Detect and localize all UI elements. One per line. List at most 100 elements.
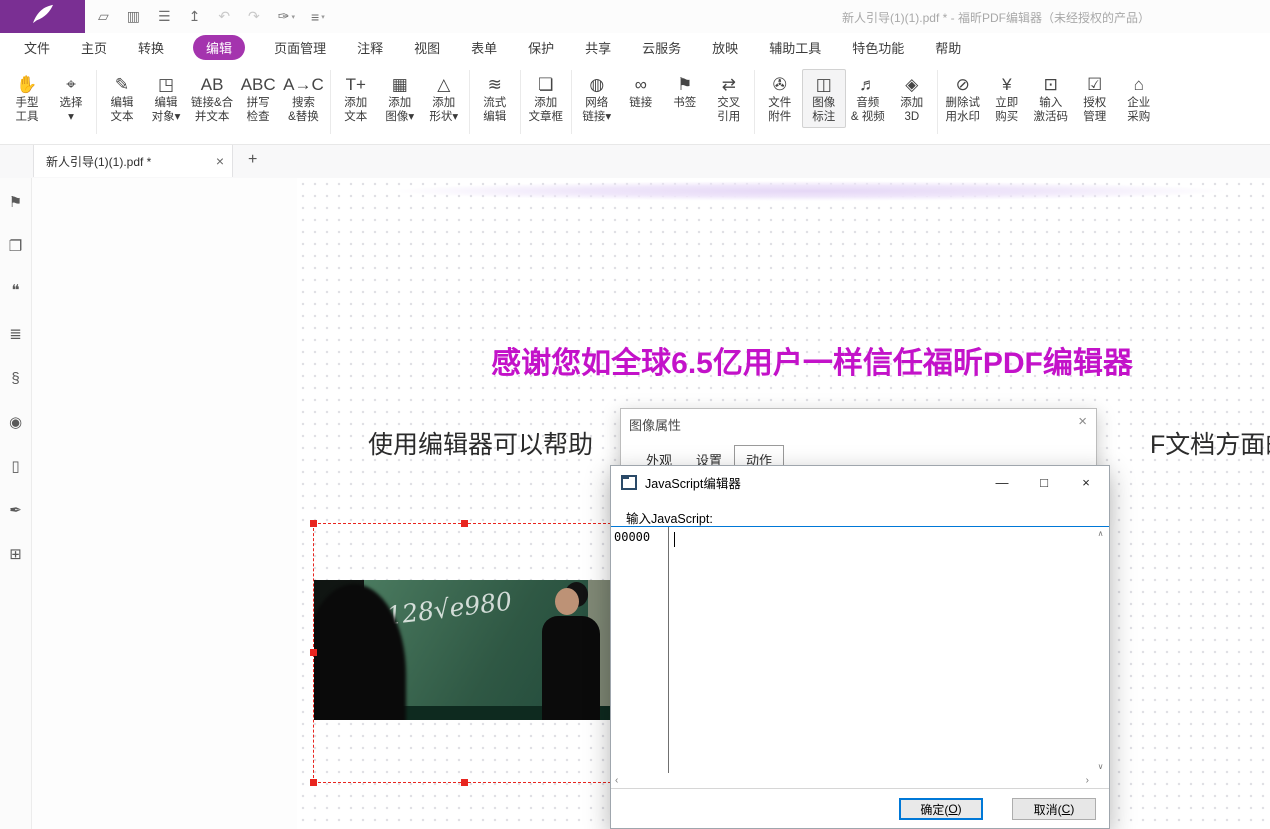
ribbon-link-merge-text[interactable]: AB 链接&合 并文本 (188, 69, 236, 128)
document-tab[interactable]: 新人引导(1)(1).pdf * × (33, 145, 233, 177)
remove-watermark-icon: ⊘ (956, 73, 970, 97)
ribbon-add-3d[interactable]: ◈ 添加 3D (890, 69, 934, 128)
qa-print-button[interactable]: ☰ (158, 8, 173, 25)
sidebar-pages-button[interactable]: ❐ (9, 238, 22, 255)
vertical-scrollbar[interactable]: ∧ ∨ (1094, 529, 1107, 771)
layers-panel-icon: ≣ (9, 326, 22, 343)
qa-redo-button[interactable]: ↷ (248, 8, 262, 25)
new-tab-button[interactable]: + (248, 151, 257, 169)
menu-item-comment[interactable]: 注释 (355, 35, 385, 60)
menu-item-convert[interactable]: 转换 (136, 35, 166, 60)
redo-icon: ↷ (248, 8, 260, 25)
ribbon-license-management[interactable]: ☑ 授权 管理 (1073, 69, 1117, 128)
app-logo-button[interactable] (0, 0, 85, 33)
menu-item-accessibility[interactable]: 辅助工具 (767, 35, 823, 60)
qa-more-button[interactable]: ≡ ▾ (311, 9, 325, 25)
ribbon-hand-tool[interactable]: ✋ 手型 工具 (5, 69, 49, 128)
menu-item-cloud[interactable]: 云服务 (640, 35, 683, 60)
ribbon-activation-code[interactable]: ⊡ 输入 激活码 (1029, 69, 1073, 128)
close-icon[interactable]: × (1069, 475, 1103, 490)
menu-item-features[interactable]: 特色功能 (850, 35, 906, 60)
ribbon-button-label-line1: 编辑 (111, 97, 134, 111)
sidebar-standards-button[interactable]: ▯ (11, 458, 19, 475)
javascript-editor-dialog: JavaScript编辑器 — □ × 输入JavaScript: 00000 … (610, 465, 1110, 829)
qa-save-button[interactable]: ▥ (127, 8, 142, 25)
ribbon-bookmark[interactable]: ⚑ 书签 (663, 69, 707, 115)
ribbon-file-attachment[interactable]: ✇ 文件 附件 (758, 69, 802, 128)
tab-close-icon[interactable]: × (216, 153, 224, 169)
ribbon-search-replace[interactable]: A→C 搜索 &替换 (280, 69, 327, 128)
scroll-up-icon[interactable]: ∧ (1098, 529, 1104, 538)
selection-handle-bottom-left[interactable] (310, 779, 317, 786)
menu-item-form[interactable]: 表单 (469, 35, 499, 60)
ribbon-add-shape[interactable]: △ 添加 形状▾ (422, 69, 466, 128)
menu-item-view[interactable]: 视图 (412, 35, 442, 60)
qa-undo-button[interactable]: ↶ (218, 8, 232, 25)
cancel-button[interactable]: 取消(C) (1012, 798, 1096, 820)
scroll-right-icon[interactable]: › (1086, 775, 1089, 786)
scroll-down-icon[interactable]: ∨ (1098, 762, 1104, 771)
ribbon-web-link[interactable]: ◍ 网络 链接▾ (575, 69, 619, 128)
ribbon-spell-check[interactable]: ABC 拼写 检查 (236, 69, 280, 128)
ribbon-button-label-line2: ▾ (68, 111, 74, 125)
ribbon-edit-object[interactable]: ◳ 编辑 对象▾ (144, 69, 188, 128)
qa-tool-button[interactable]: ✑ ▾ (278, 8, 295, 25)
ribbon-button-label-line1: 拼写 (247, 97, 270, 111)
ribbon-button-label-line2: 文本 (344, 111, 367, 125)
ribbon-button-label-line2: 引用 (717, 111, 740, 125)
ribbon-audio-video[interactable]: ♬ 音频 & 视频 (846, 69, 890, 128)
sidebar-extract-button[interactable]: ⊞ (9, 546, 22, 563)
ribbon-add-article-box[interactable]: ❏ 添加 文章框 (524, 69, 568, 128)
ribbon-button-label-line2: 图像▾ (385, 111, 414, 125)
link-icon: ∞ (635, 73, 647, 97)
scroll-left-icon[interactable]: ‹ (615, 775, 618, 786)
ribbon-flow-edit[interactable]: ≋ 流式 编辑 (473, 69, 517, 128)
ribbon-link[interactable]: ∞ 链接 (619, 69, 663, 115)
ribbon-cross-reference[interactable]: ⇄ 交叉 引用 (707, 69, 751, 128)
line-number-gutter: 00000 (611, 527, 669, 773)
menu-item-share[interactable]: 共享 (583, 35, 613, 60)
sidebar-comments-button[interactable]: ❝ (11, 282, 19, 299)
search-replace-icon: A→C (283, 73, 324, 97)
sidebar-signature-button[interactable]: ✒ (9, 502, 22, 519)
qa-export-button[interactable]: ↥ (189, 8, 203, 25)
maximize-icon[interactable]: □ (1027, 475, 1061, 490)
ribbon-button-label-line2: 激活码 (1034, 111, 1069, 125)
ribbon-enterprise-purchase[interactable]: ⌂ 企业 采购 (1117, 69, 1161, 128)
menu-item-file[interactable]: 文件 (22, 35, 52, 60)
menu-item-present[interactable]: 放映 (710, 35, 740, 60)
menu-item-edit[interactable]: 编辑 (193, 35, 245, 60)
ok-button[interactable]: 确定(O) (899, 798, 983, 820)
sidebar-layers-button[interactable]: ≣ (9, 326, 22, 343)
ribbon-button-label-line1: 交叉 (717, 97, 740, 111)
js-code-editor[interactable]: 00000 ∧ ∨ ‹ › (611, 526, 1109, 789)
quick-access-toolbar: ▱ ▥ ☰ ↥ ↶ ↷ ✑ (98, 0, 325, 33)
close-icon[interactable]: × (1078, 413, 1087, 430)
horizontal-scrollbar[interactable]: ‹ › (613, 774, 1091, 786)
selection-handle-top-left[interactable] (310, 520, 317, 527)
ribbon-buy-now[interactable]: ¥ 立即 购买 (985, 69, 1029, 128)
select-cursor-icon: ⌖ (66, 73, 76, 97)
menu-item-help[interactable]: 帮助 (933, 35, 963, 60)
ribbon-add-image[interactable]: ▦ 添加 图像▾ (378, 69, 422, 128)
sidebar-attachments-button[interactable]: § (11, 370, 19, 387)
selection-handle-bottom-mid[interactable] (461, 779, 468, 786)
menu-item-home[interactable]: 主页 (79, 35, 109, 60)
ribbon-image-annotation[interactable]: ◫ 图像 标注 (802, 69, 846, 128)
ribbon-add-text[interactable]: T+ 添加 文本 (334, 69, 378, 128)
selection-handle-top-mid[interactable] (461, 520, 468, 527)
page-body-text-right: F文档方面的 (1150, 425, 1270, 461)
ribbon-remove-watermark[interactable]: ⊘ 删除试 用水印 (941, 69, 985, 128)
menu-item-page-manage[interactable]: 页面管理 (272, 35, 328, 60)
js-dialog-title: JavaScript编辑器 (645, 473, 977, 492)
export-icon: ↥ (189, 8, 201, 25)
minimize-icon[interactable]: — (985, 475, 1019, 490)
js-input-label: 输入JavaScript: (626, 508, 713, 527)
ribbon-edit-text[interactable]: ✎ 编辑 文本 (100, 69, 144, 128)
qa-open-button[interactable]: ▱ (98, 8, 111, 25)
selection-handle-mid-left[interactable] (310, 649, 317, 656)
sidebar-bookmarks-button[interactable]: ⚑ (9, 194, 22, 211)
ribbon-select-tool[interactable]: ⌖ 选择 ▾ (49, 69, 93, 128)
menu-item-protect[interactable]: 保护 (526, 35, 556, 60)
sidebar-security-button[interactable]: ◉ (9, 414, 22, 431)
